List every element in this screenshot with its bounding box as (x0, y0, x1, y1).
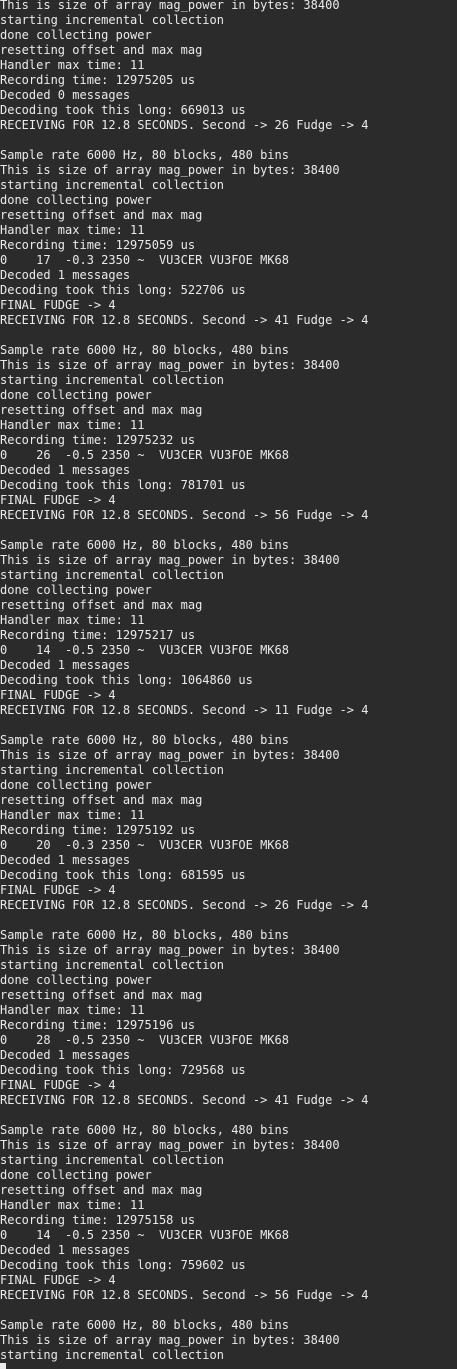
terminal-line: Sample rate 6000 Hz, 80 blocks, 480 bins (0, 148, 289, 162)
terminal-cursor (0, 1363, 6, 1369)
terminal-line: Sample rate 6000 Hz, 80 blocks, 480 bins (0, 733, 289, 747)
terminal-line: FINAL FUDGE -> 4 (0, 883, 116, 897)
terminal-line: 0 26 -0.5 2350 ~ VU3CER VU3FOE MK68 (0, 448, 289, 462)
terminal-line: Decoding took this long: 669013 us (0, 103, 246, 117)
terminal-line: Decoded 1 messages (0, 658, 131, 672)
terminal-line: Decoded 1 messages (0, 853, 131, 867)
terminal-line: resetting offset and max mag (0, 43, 203, 57)
terminal-line: done collecting power (0, 193, 152, 207)
terminal-line: Sample rate 6000 Hz, 80 blocks, 480 bins (0, 343, 289, 357)
terminal-line: resetting offset and max mag (0, 988, 203, 1002)
terminal-line: Sample rate 6000 Hz, 80 blocks, 480 bins (0, 1318, 289, 1332)
terminal-line: Sample rate 6000 Hz, 80 blocks, 480 bins (0, 1123, 289, 1137)
terminal-line: Handler max time: 11 (0, 418, 145, 432)
terminal-line: starting incremental collection (0, 13, 224, 27)
terminal-line: This is size of array mag_power in bytes… (0, 943, 340, 957)
terminal-line: Decoding took this long: 1064860 us (0, 673, 253, 687)
terminal-line: Recording time: 12975158 us (0, 1213, 196, 1227)
terminal-line: This is size of array mag_power in bytes… (0, 1333, 340, 1347)
terminal-line: This is size of array mag_power in bytes… (0, 748, 340, 762)
terminal-line: done collecting power (0, 28, 152, 42)
terminal-line: 0 14 -0.5 2350 ~ VU3CER VU3FOE MK68 (0, 1228, 289, 1242)
terminal-output[interactable]: This is size of array mag_power in bytes… (0, 0, 457, 1369)
terminal-line: FINAL FUDGE -> 4 (0, 1273, 116, 1287)
terminal-line: Decoding took this long: 759602 us (0, 1258, 246, 1272)
terminal-line: resetting offset and max mag (0, 403, 203, 417)
terminal-line: resetting offset and max mag (0, 1183, 203, 1197)
terminal-line: resetting offset and max mag (0, 793, 203, 807)
terminal-line: Recording time: 12975205 us (0, 73, 196, 87)
terminal-line: done collecting power (0, 778, 152, 792)
terminal-line: RECEIVING FOR 12.8 SECONDS. Second -> 56… (0, 508, 369, 522)
terminal-line: Decoding took this long: 729568 us (0, 1063, 246, 1077)
terminal-line: FINAL FUDGE -> 4 (0, 298, 116, 312)
terminal-line: starting incremental collection (0, 1348, 224, 1362)
terminal-line: Handler max time: 11 (0, 613, 145, 627)
terminal-line: Recording time: 12975217 us (0, 628, 196, 642)
terminal-line: Decoded 1 messages (0, 463, 131, 477)
terminal-line: Decoded 1 messages (0, 1243, 131, 1257)
terminal-line: This is size of array mag_power in bytes… (0, 358, 340, 372)
terminal-line: RECEIVING FOR 12.8 SECONDS. Second -> 56… (0, 1288, 369, 1302)
terminal-line: Recording time: 12975232 us (0, 433, 196, 447)
terminal-line: Decoding took this long: 522706 us (0, 283, 246, 297)
terminal-line: starting incremental collection (0, 568, 224, 582)
terminal-line: Decoding took this long: 681595 us (0, 868, 246, 882)
terminal-line: done collecting power (0, 1168, 152, 1182)
terminal-line: done collecting power (0, 388, 152, 402)
terminal-line: Handler max time: 11 (0, 58, 145, 72)
terminal-line: This is size of array mag_power in bytes… (0, 1138, 340, 1152)
terminal-line: Handler max time: 11 (0, 1198, 145, 1212)
terminal-line: RECEIVING FOR 12.8 SECONDS. Second -> 41… (0, 313, 369, 327)
terminal-line: Handler max time: 11 (0, 223, 145, 237)
terminal-line: starting incremental collection (0, 1153, 224, 1167)
terminal-line: FINAL FUDGE -> 4 (0, 688, 116, 702)
terminal-line: done collecting power (0, 973, 152, 987)
terminal-line: Handler max time: 11 (0, 1003, 145, 1017)
terminal-line: starting incremental collection (0, 178, 224, 192)
terminal-line: 0 17 -0.3 2350 ~ VU3CER VU3FOE MK68 (0, 253, 289, 267)
terminal-line: FINAL FUDGE -> 4 (0, 493, 116, 507)
terminal-line: This is size of array mag_power in bytes… (0, 0, 340, 12)
terminal-line: Decoded 1 messages (0, 1048, 131, 1062)
terminal-line: Recording time: 12975196 us (0, 1018, 196, 1032)
terminal-line: Sample rate 6000 Hz, 80 blocks, 480 bins (0, 538, 289, 552)
terminal-line: Recording time: 12975059 us (0, 238, 196, 252)
terminal-line: Handler max time: 11 (0, 808, 145, 822)
terminal-line: Decoded 0 messages (0, 88, 131, 102)
terminal-line: resetting offset and max mag (0, 208, 203, 222)
terminal-line: RECEIVING FOR 12.8 SECONDS. Second -> 11… (0, 703, 369, 717)
terminal-line: RECEIVING FOR 12.8 SECONDS. Second -> 41… (0, 1093, 369, 1107)
terminal-line: resetting offset and max mag (0, 598, 203, 612)
terminal-line: Decoding took this long: 781701 us (0, 478, 246, 492)
terminal-line: This is size of array mag_power in bytes… (0, 163, 340, 177)
terminal-line: 0 20 -0.3 2350 ~ VU3CER VU3FOE MK68 (0, 838, 289, 852)
terminal-line: starting incremental collection (0, 958, 224, 972)
terminal-line: starting incremental collection (0, 763, 224, 777)
terminal-line: This is size of array mag_power in bytes… (0, 553, 340, 567)
terminal-line: 0 28 -0.5 2350 ~ VU3CER VU3FOE MK68 (0, 1033, 289, 1047)
terminal-line: RECEIVING FOR 12.8 SECONDS. Second -> 26… (0, 898, 369, 912)
terminal-line: Recording time: 12975192 us (0, 823, 196, 837)
terminal-line: 0 14 -0.5 2350 ~ VU3CER VU3FOE MK68 (0, 643, 289, 657)
terminal-line: FINAL FUDGE -> 4 (0, 1078, 116, 1092)
terminal-line: Sample rate 6000 Hz, 80 blocks, 480 bins (0, 928, 289, 942)
terminal-line: starting incremental collection (0, 373, 224, 387)
terminal-line: RECEIVING FOR 12.8 SECONDS. Second -> 26… (0, 118, 369, 132)
terminal-line: Decoded 1 messages (0, 268, 131, 282)
terminal-line: done collecting power (0, 583, 152, 597)
